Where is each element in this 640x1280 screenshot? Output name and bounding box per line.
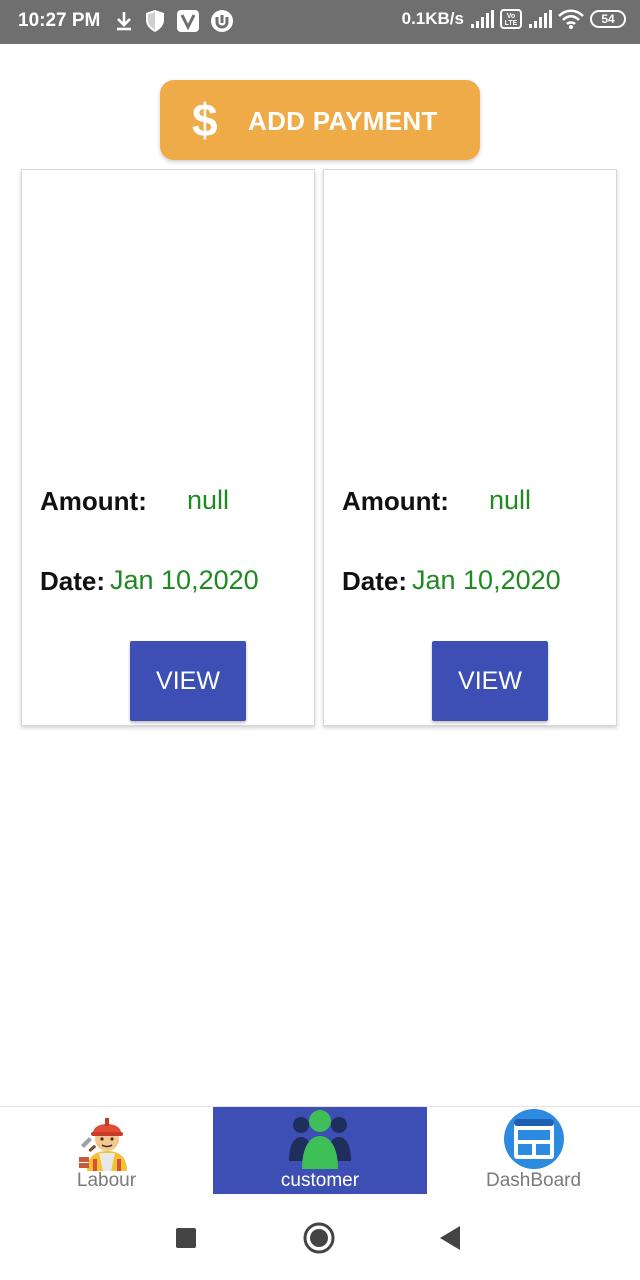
signal-icon [471, 10, 494, 28]
dollar-icon: $ [192, 94, 218, 146]
labour-worker-icon [78, 1118, 127, 1171]
nav-label-labour: Labour [76, 1170, 137, 1191]
dashboard-icon [503, 1109, 564, 1169]
back-triangle-icon[interactable] [434, 1220, 470, 1256]
date-label: Date: [40, 566, 106, 596]
view-button[interactable]: VIEW [432, 641, 548, 721]
home-circle-icon[interactable] [301, 1220, 337, 1256]
network-speed: 0.1KB/s [401, 9, 464, 28]
payment-card: Amount: null Date: Jan 10,2020 VIEW [323, 169, 617, 726]
customer-group-icon [289, 1110, 351, 1169]
date-value: Jan 10,2020 [412, 565, 561, 595]
add-payment-label: ADD PAYMENT [248, 106, 438, 136]
status-bar: 10:27 PM 0.1KB/s Vo LTE 54 [0, 0, 640, 44]
nav-item-labour[interactable]: Labour [0, 1107, 213, 1195]
nav-label-customer: customer [280, 1170, 360, 1191]
system-navigation-bar [0, 1194, 640, 1280]
shield-icon [146, 10, 164, 32]
bottom-navigation: Labour customer DashBoard [0, 1106, 640, 1195]
nav-item-customer[interactable]: customer [213, 1107, 427, 1195]
battery-icon: 54 [590, 10, 626, 28]
recents-square-icon[interactable] [168, 1220, 204, 1256]
amount-value: null [187, 485, 230, 515]
status-time: 10:27 PM [18, 10, 101, 31]
amount-value: null [489, 485, 532, 515]
nav-label-dashboard: DashBoard [485, 1170, 582, 1191]
download-icon [117, 12, 131, 31]
battery-level: 54 [601, 12, 615, 26]
nav-item-dashboard[interactable]: DashBoard [427, 1107, 640, 1195]
amount-label: Amount: [40, 486, 147, 516]
date-value: Jan 10,2020 [110, 565, 259, 595]
status-notification-icons [114, 9, 234, 33]
add-payment-button[interactable]: $ ADD PAYMENT [160, 80, 480, 160]
svg-text:LTE: LTE [505, 20, 518, 27]
amount-label: Amount: [342, 486, 449, 516]
payment-card: Amount: null Date: Jan 10,2020 VIEW [21, 169, 315, 726]
wifi-icon [558, 9, 584, 29]
volte-icon: Vo LTE [500, 9, 522, 29]
signal-icon-2 [529, 10, 552, 28]
svg-text:Vo: Vo [507, 13, 515, 20]
torrent-app-icon [211, 10, 233, 32]
view-button[interactable]: VIEW [130, 641, 246, 721]
date-label: Date: [342, 566, 408, 596]
status-right-group: 0.1KB/s Vo LTE 54 [402, 9, 626, 29]
v-app-icon [177, 10, 199, 32]
